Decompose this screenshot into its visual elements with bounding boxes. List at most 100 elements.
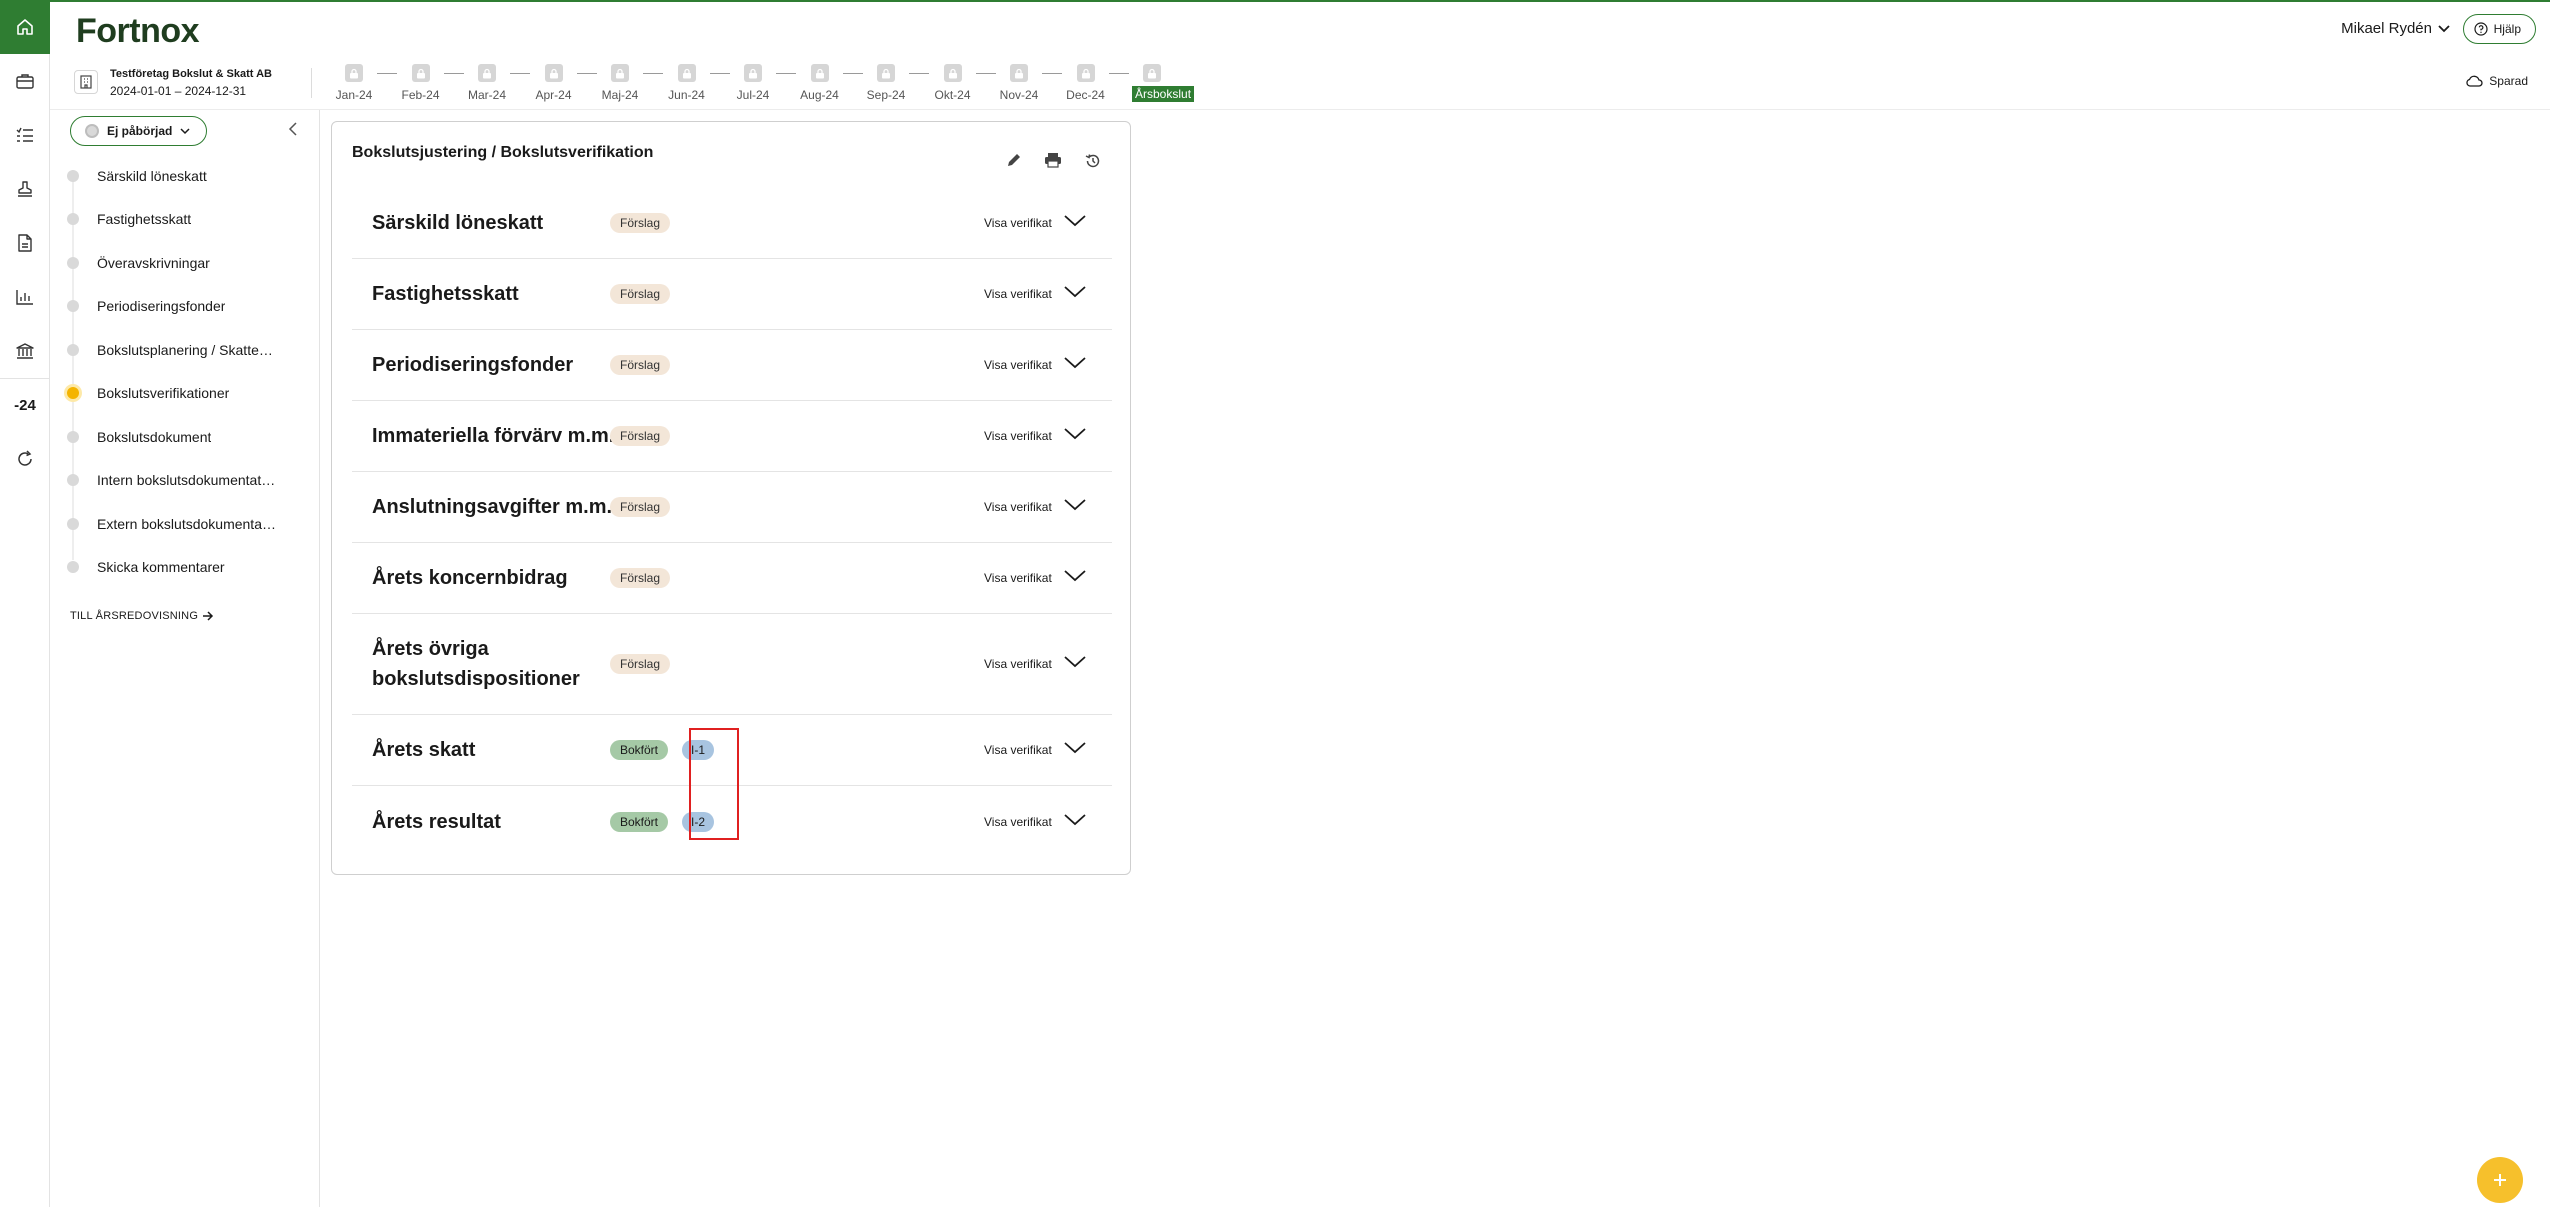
period-label: Dec-24: [1066, 88, 1105, 102]
saved-status: Sparad: [2465, 74, 2528, 88]
period-4[interactable]: Maj-24: [600, 64, 640, 102]
print-icon[interactable]: [1044, 152, 1062, 175]
history-icon[interactable]: [1084, 152, 1102, 175]
briefcase-icon[interactable]: [0, 54, 50, 108]
status-dropdown[interactable]: Ej påbörjad: [70, 116, 207, 146]
period-7[interactable]: Aug-24: [800, 64, 840, 102]
user-menu[interactable]: Mikael Rydén: [2341, 20, 2450, 37]
step-item[interactable]: Bokslutsplanering / Skatteberäkning: [50, 328, 320, 372]
period-connector: [709, 73, 730, 74]
step-item[interactable]: Extern bokslutsdokumentation: [50, 502, 320, 546]
period-label: Apr-24: [535, 88, 572, 102]
period-label: Feb-24: [401, 88, 440, 102]
period-connector: [576, 73, 597, 74]
show-voucher-link[interactable]: Visa verifikat: [984, 216, 1052, 230]
lock-icon: [411, 64, 430, 82]
period-8[interactable]: Sep-24: [866, 64, 906, 102]
divider: [311, 68, 312, 98]
period-connector: [643, 73, 663, 74]
show-voucher-link[interactable]: Visa verifikat: [984, 571, 1052, 585]
step-status-dot: [67, 213, 79, 226]
show-voucher-link[interactable]: Visa verifikat: [984, 287, 1052, 301]
chevron-down-icon[interactable]: [1064, 427, 1086, 445]
bar-chart-icon[interactable]: [0, 270, 50, 324]
chevron-down-icon[interactable]: [1064, 214, 1086, 232]
step-item[interactable]: Skicka kommentarer: [50, 546, 320, 590]
lock-icon: [611, 64, 629, 82]
refresh-icon[interactable]: [0, 432, 50, 486]
status-badge: Förslag: [610, 568, 671, 588]
period-9[interactable]: Okt-24: [933, 64, 973, 102]
bank-icon[interactable]: [0, 324, 50, 378]
lock-icon: [943, 64, 962, 82]
period-5[interactable]: Jun-24: [667, 64, 707, 102]
step-item[interactable]: Bokslutsverifikationer: [50, 372, 320, 416]
edit-icon[interactable]: [1006, 152, 1022, 175]
chevron-down-icon[interactable]: [1064, 741, 1086, 759]
step-item[interactable]: Bokslutsdokument: [50, 415, 320, 459]
show-voucher-link[interactable]: Visa verifikat: [984, 815, 1052, 829]
step-status-dot: [67, 256, 79, 269]
period-bar: Testföretag Bokslut & Skatt AB 2024-01-0…: [50, 56, 2550, 110]
step-item[interactable]: Intern bokslutsdokumentation: [50, 459, 320, 503]
period-6[interactable]: Jul-24: [733, 64, 773, 102]
step-status-dot: [67, 387, 79, 400]
chevron-down-icon[interactable]: [1064, 569, 1086, 587]
entry-title: Fastighetsskatt: [372, 283, 519, 305]
status-badge: Förslag: [610, 426, 671, 446]
company-name: Testföretag Bokslut & Skatt AB: [110, 68, 272, 80]
card-toolbar: [1006, 152, 1102, 175]
year-label: -24: [14, 397, 36, 414]
left-rail: -24: [0, 0, 50, 1207]
checklist-icon[interactable]: [0, 108, 50, 162]
show-voucher-link[interactable]: Visa verifikat: [984, 358, 1052, 372]
entry-title: Årets övriga bokslutsdispositioner: [372, 638, 580, 690]
period-connector: [975, 73, 996, 74]
year-selector[interactable]: -24: [0, 378, 50, 432]
chevron-down-icon[interactable]: [1064, 813, 1086, 831]
entry-row: Årets koncernbidrag Förslag Visa verifikat: [352, 543, 1112, 614]
status-badge: Bokfört: [610, 811, 669, 832]
entry-title: Årets skatt: [372, 739, 476, 761]
company-info[interactable]: Testföretag Bokslut & Skatt AB 2024-01-0…: [74, 66, 272, 100]
collapse-sidebar-icon[interactable]: [288, 122, 298, 141]
step-item[interactable]: Fastighetsskatt: [50, 198, 320, 242]
help-button[interactable]: Hjälp: [2462, 14, 2536, 44]
period-3[interactable]: Apr-24: [534, 64, 574, 102]
period-0[interactable]: Jan-24: [334, 64, 374, 102]
period-2[interactable]: Mar-24: [467, 64, 507, 102]
entry-row: Periodiseringsfonder Förslag Visa verifika…: [352, 330, 1112, 401]
to-annual-report-link[interactable]: TILL ÅRSREDOVISNING: [70, 610, 214, 622]
period-label: Aug-24: [800, 88, 839, 102]
add-button[interactable]: [2477, 1157, 2523, 1203]
show-voucher-link[interactable]: Visa verifikat: [984, 429, 1052, 443]
user-name: Mikael Rydén: [2341, 20, 2432, 37]
step-item[interactable]: Särskild löneskatt: [50, 154, 320, 198]
fortnox-logo[interactable]: Fortnox: [76, 12, 200, 51]
step-item[interactable]: Överavskrivningar: [50, 241, 320, 285]
stamp-icon[interactable]: [0, 162, 50, 216]
chevron-down-icon[interactable]: [1064, 285, 1086, 303]
show-voucher-link[interactable]: Visa verifikat: [984, 743, 1052, 757]
period-10[interactable]: Nov-24: [999, 64, 1039, 102]
period-label: Årsbokslut: [1132, 86, 1195, 102]
chevron-down-icon[interactable]: [1064, 655, 1086, 673]
home-icon[interactable]: [0, 0, 50, 54]
lock-icon: [1143, 64, 1161, 82]
entry-title: Periodiseringsfonder: [372, 354, 574, 376]
chevron-down-icon: [180, 127, 190, 134]
period-12[interactable]: Årsbokslut: [1132, 64, 1195, 103]
period-label: Sep-24: [866, 88, 906, 102]
step-status-dot: [67, 430, 79, 443]
chevron-down-icon[interactable]: [1064, 498, 1086, 516]
entry-title: Årets resultat: [372, 810, 501, 833]
period-1[interactable]: Feb-24: [401, 64, 441, 102]
show-voucher-link[interactable]: Visa verifikat: [984, 657, 1052, 671]
period-11[interactable]: Dec-24: [1066, 64, 1106, 102]
document-icon[interactable]: [0, 216, 50, 270]
card-title: Bokslutsjustering / Bokslutsverifikation: [352, 144, 654, 161]
step-item[interactable]: Periodiseringsfonder: [50, 285, 320, 329]
show-voucher-link[interactable]: Visa verifikat: [984, 500, 1052, 514]
chevron-down-icon[interactable]: [1064, 356, 1086, 374]
period-connector: [909, 73, 929, 74]
